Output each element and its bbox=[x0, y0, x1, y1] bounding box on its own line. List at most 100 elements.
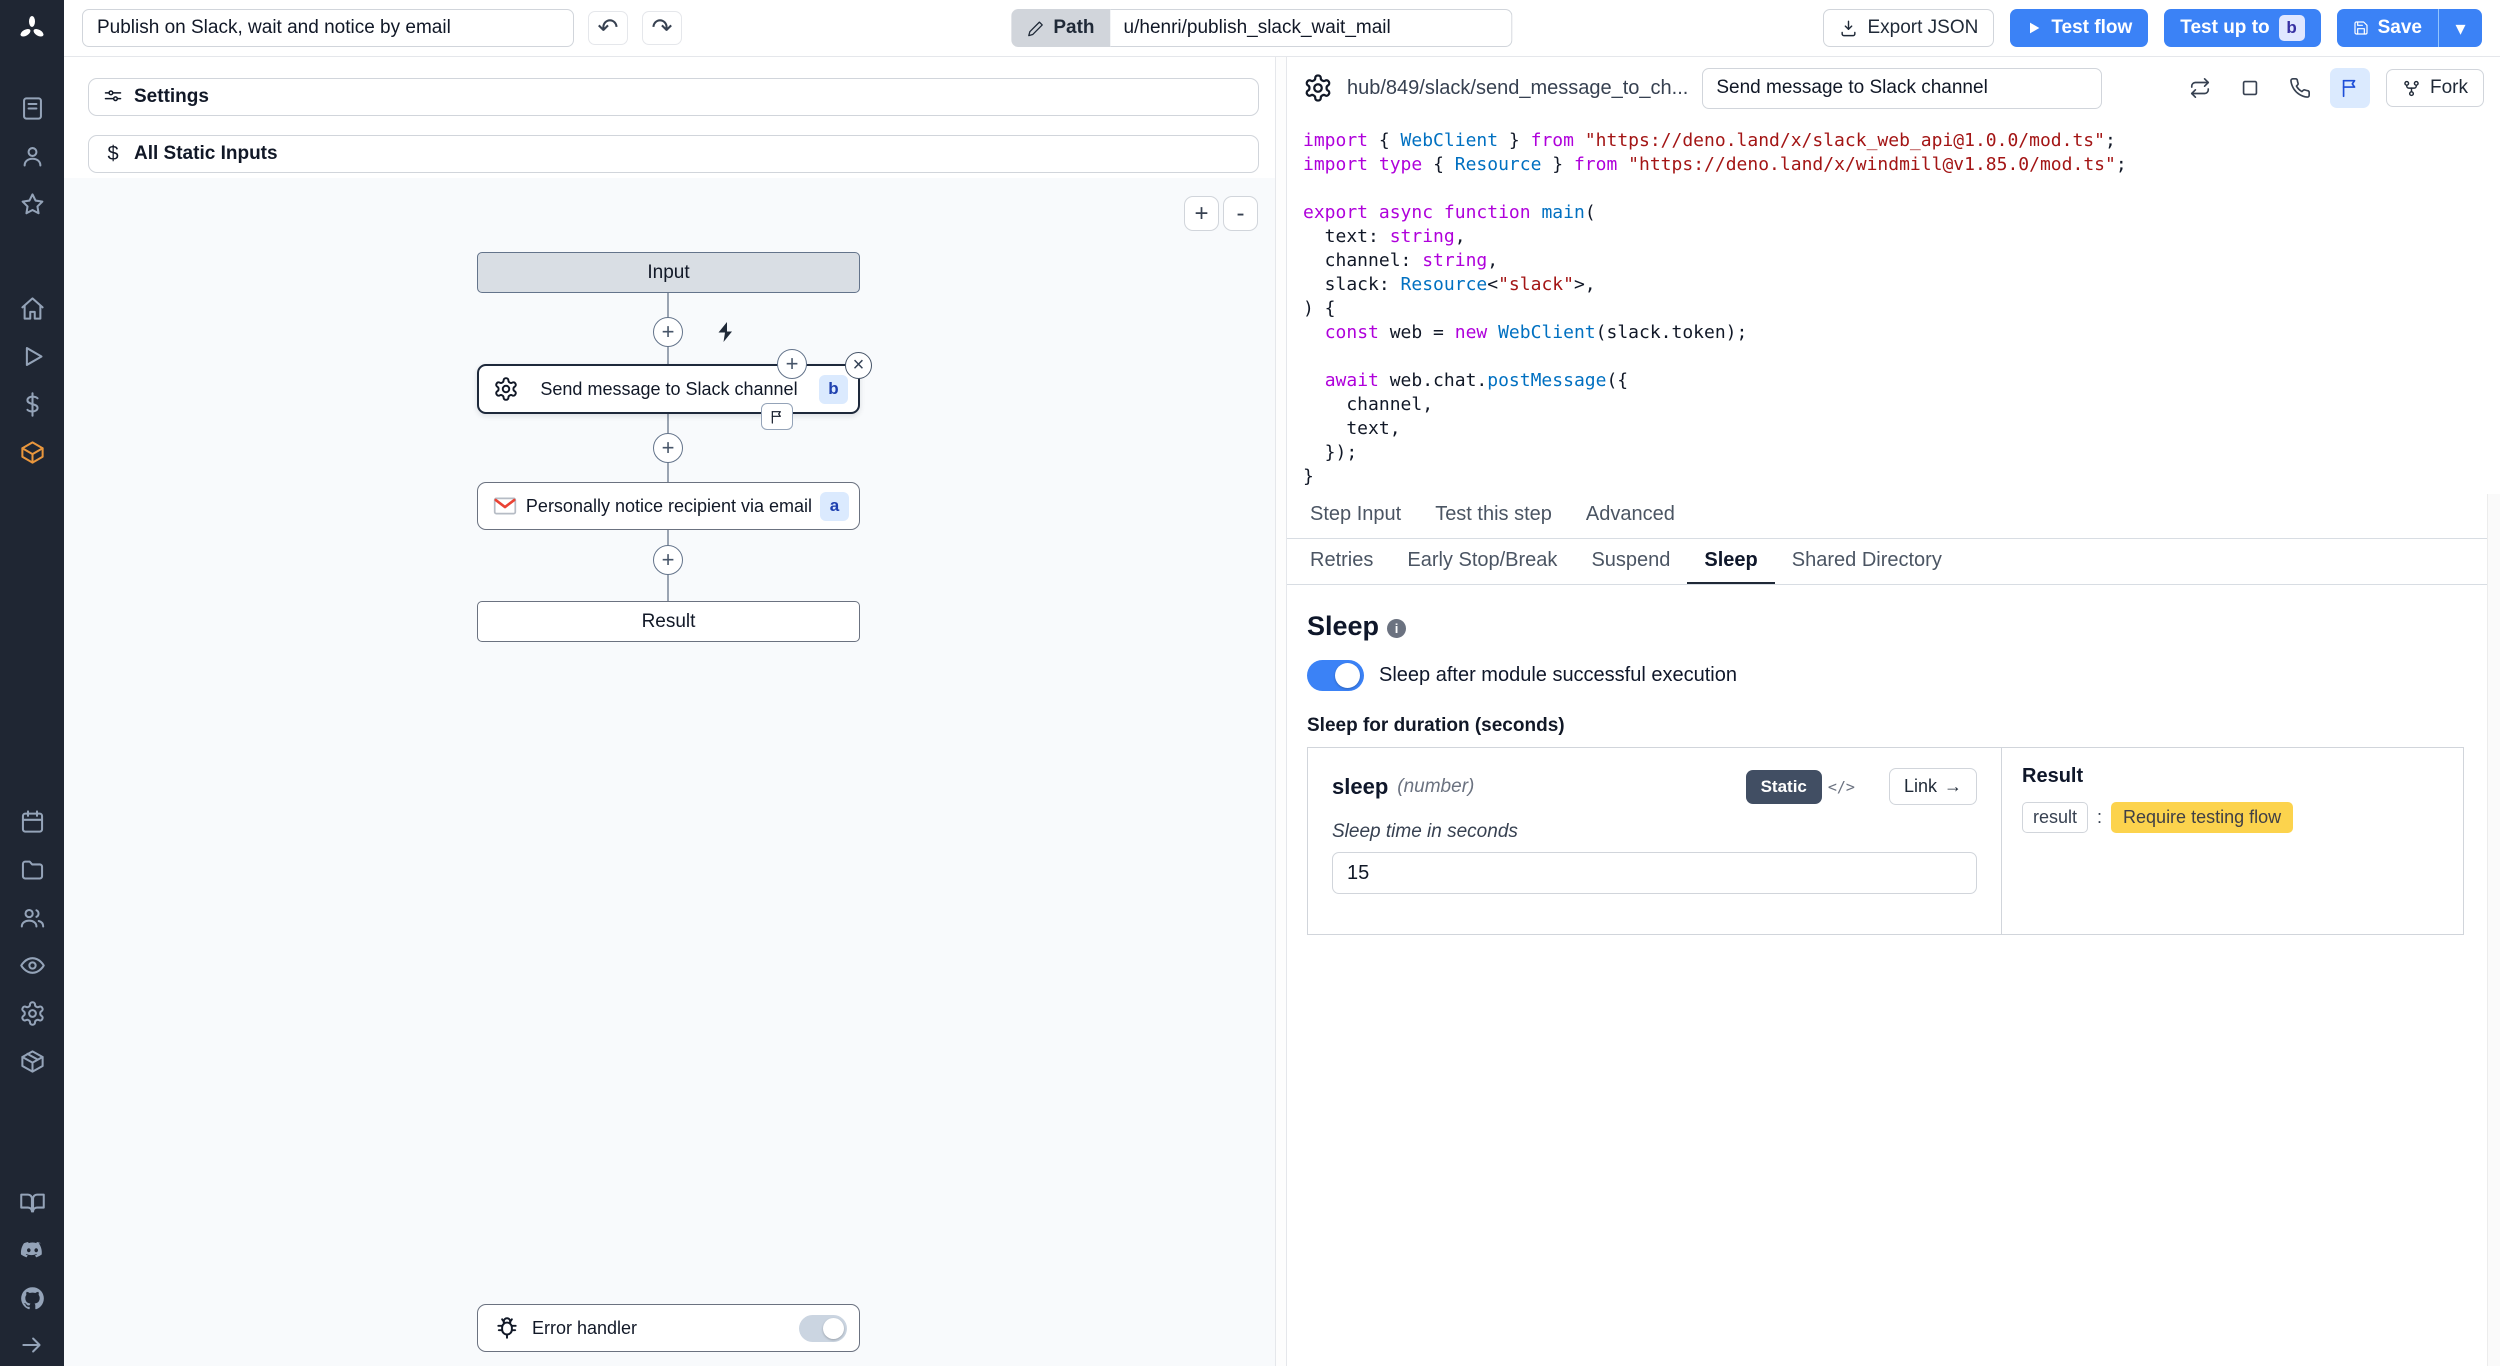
tab-suspend[interactable]: Suspend bbox=[1574, 539, 1687, 584]
info-icon[interactable]: i bbox=[1387, 619, 1406, 638]
scrollbar-track[interactable] bbox=[2487, 494, 2500, 1366]
redo-button[interactable]: ↷ bbox=[642, 11, 682, 45]
close-icon: × bbox=[853, 354, 865, 377]
add-step-button-2[interactable]: + bbox=[653, 433, 683, 463]
flow-name-input[interactable] bbox=[82, 9, 574, 47]
sidebar-item-folders[interactable] bbox=[0, 845, 64, 893]
sidebar-item-groups[interactable] bbox=[0, 893, 64, 941]
gmail-icon bbox=[492, 493, 518, 519]
fork-label: Fork bbox=[2430, 77, 2468, 99]
eye-icon bbox=[19, 952, 46, 979]
user-icon bbox=[19, 143, 46, 170]
github-icon bbox=[19, 1285, 46, 1312]
fork-button[interactable]: Fork bbox=[2386, 69, 2484, 107]
add-step-button-3[interactable]: + bbox=[653, 545, 683, 575]
sidebar-item-workers[interactable] bbox=[0, 1037, 64, 1085]
sidebar-item-github[interactable] bbox=[0, 1274, 64, 1322]
sidebar-item-runs-play[interactable] bbox=[0, 332, 64, 380]
sidebar-item-resources[interactable] bbox=[0, 428, 64, 476]
node-email-label: Personally notice recipient via email bbox=[518, 496, 820, 517]
step-summary-input[interactable] bbox=[1702, 68, 2102, 109]
sidebar-item-home[interactable] bbox=[0, 284, 64, 332]
tab-step-input[interactable]: Step Input bbox=[1293, 493, 1418, 538]
node-email-step[interactable]: Personally notice recipient via email a bbox=[477, 482, 860, 530]
toggle-knob bbox=[823, 1318, 844, 1339]
node-slack-id-badge: b bbox=[819, 375, 848, 404]
tabs-primary: Step InputTest this stepAdvanced bbox=[1287, 493, 2500, 539]
save-button[interactable]: Save bbox=[2337, 9, 2438, 47]
gear-icon bbox=[19, 1000, 46, 1027]
code-editor[interactable]: import { WebClient } from "https://deno.… bbox=[1287, 119, 2500, 493]
download-icon bbox=[1839, 19, 1858, 38]
sidebar-item-discord[interactable] bbox=[0, 1226, 64, 1274]
settings-bar[interactable]: Settings bbox=[88, 78, 1259, 116]
tab-sleep[interactable]: Sleep bbox=[1687, 539, 1774, 584]
sidebar-expand-button[interactable] bbox=[0, 1324, 64, 1366]
windmill-logo-icon[interactable] bbox=[0, 0, 64, 58]
zoom-in-button[interactable]: + bbox=[1184, 196, 1219, 231]
test-up-to-button[interactable]: Test up to b bbox=[2164, 9, 2320, 47]
code-line: import { WebClient } from "https://deno.… bbox=[1303, 129, 2500, 153]
webhook-button[interactable] bbox=[2280, 68, 2320, 108]
insert-step-button[interactable]: + bbox=[777, 349, 807, 379]
tab-early-stop-break[interactable]: Early Stop/Break bbox=[1390, 539, 1574, 584]
sidebar-item-settings[interactable] bbox=[0, 989, 64, 1037]
dollar-icon bbox=[19, 391, 46, 418]
tab-advanced[interactable]: Advanced bbox=[1569, 493, 1692, 538]
static-mode-button[interactable]: Static bbox=[1746, 770, 1822, 804]
code-line: ) { bbox=[1303, 297, 2500, 321]
undo-icon: ↶ bbox=[598, 14, 619, 42]
plus-icon: + bbox=[662, 319, 675, 345]
node-input[interactable]: Input bbox=[477, 252, 860, 293]
tab-test-this-step[interactable]: Test this step bbox=[1418, 493, 1569, 538]
stop-button[interactable] bbox=[2230, 68, 2270, 108]
add-step-button-1[interactable]: + bbox=[653, 317, 683, 347]
users-icon bbox=[19, 904, 46, 931]
static-inputs-bar[interactable]: $ All Static Inputs bbox=[88, 135, 1259, 173]
reload-script-button[interactable] bbox=[2180, 68, 2220, 108]
sidebar-item-favorites[interactable] bbox=[0, 180, 64, 228]
code-line: } bbox=[1303, 465, 2500, 489]
path-edit-button[interactable]: Path bbox=[1011, 9, 1110, 47]
sleep-field-controls: Static </> Link → bbox=[1746, 768, 1977, 805]
arrow-right-icon bbox=[19, 1332, 45, 1358]
error-handler-toggle[interactable] bbox=[799, 1315, 847, 1342]
flow-canvas[interactable]: + - Input + bbox=[64, 178, 1275, 1366]
sidebar-item-variables[interactable] bbox=[0, 380, 64, 428]
trigger-zap-button[interactable] bbox=[710, 316, 742, 348]
sleep-seconds-input[interactable] bbox=[1332, 852, 1977, 894]
sidebar-item-docs[interactable] bbox=[0, 1178, 64, 1226]
tab-retries[interactable]: Retries bbox=[1293, 539, 1390, 584]
code-line bbox=[1303, 345, 2500, 369]
sidebar-item-user[interactable] bbox=[0, 132, 64, 180]
zoom-out-button[interactable]: - bbox=[1223, 196, 1258, 231]
node-result[interactable]: Result bbox=[477, 601, 860, 642]
topbar-actions: Export JSON Test flow Test up to b Save … bbox=[1823, 9, 2482, 47]
tab-shared-directory[interactable]: Shared Directory bbox=[1775, 539, 1959, 584]
main-column: ↶ ↷ Path Export JSON Test flow bbox=[64, 0, 2500, 1366]
pencil-icon bbox=[1027, 20, 1044, 37]
export-json-button[interactable]: Export JSON bbox=[1823, 9, 1994, 47]
sidebar-item-schedules[interactable] bbox=[0, 797, 64, 845]
undo-button[interactable]: ↶ bbox=[588, 11, 628, 45]
path-input[interactable] bbox=[1111, 9, 1513, 47]
sidebar-item-audit[interactable] bbox=[0, 941, 64, 989]
code-line: slack: Resource<"slack">, bbox=[1303, 273, 2500, 297]
sleep-title: Sleep bbox=[1307, 611, 1379, 642]
result-row: result : Require testing flow bbox=[2022, 802, 2443, 833]
delete-step-button[interactable]: × bbox=[845, 352, 872, 379]
panel-splitter[interactable] bbox=[1275, 57, 1287, 1366]
code-mode-button[interactable]: </> bbox=[1822, 772, 1861, 802]
app-root: ↶ ↷ Path Export JSON Test flow bbox=[0, 0, 2500, 1366]
sleep-toggle-row: Sleep after module successful execution bbox=[1307, 660, 2464, 691]
test-flow-button[interactable]: Test flow bbox=[2010, 9, 2148, 47]
node-error-handler[interactable]: Error handler bbox=[477, 1304, 860, 1352]
save-group: Save ▾ bbox=[2337, 9, 2482, 47]
link-result-button[interactable]: Link → bbox=[1889, 768, 1977, 805]
save-dropdown-button[interactable]: ▾ bbox=[2438, 9, 2482, 47]
sidebar-item-runs[interactable] bbox=[0, 84, 64, 132]
code-line: text, bbox=[1303, 417, 2500, 441]
step-flag-button[interactable] bbox=[761, 403, 793, 430]
sleep-enabled-toggle[interactable] bbox=[1307, 660, 1364, 691]
flag-toggle-button[interactable] bbox=[2330, 68, 2370, 108]
